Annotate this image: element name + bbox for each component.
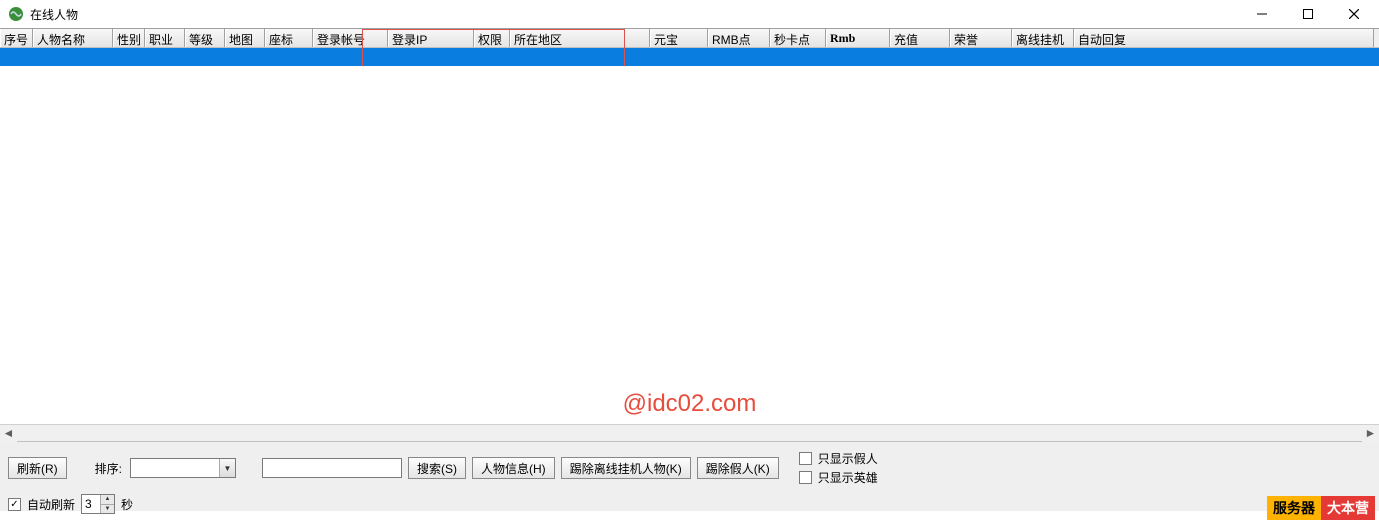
corner-logo: 服务器 大本营 — [1267, 496, 1375, 520]
content-area: @idc02.com — [0, 66, 1379, 424]
auto-refresh-checkbox[interactable]: ✓ — [8, 498, 21, 511]
window-controls — [1239, 0, 1377, 28]
bottom-panel: 刷新(R) 排序: ▼ 搜索(S) 人物信息(H) 踢除离线挂机人物(K) 踢除… — [0, 441, 1379, 511]
column-header[interactable]: 性别 — [113, 29, 145, 47]
logo-part-a: 服务器 — [1267, 496, 1321, 520]
show-fake-label: 只显示假人 — [816, 450, 880, 467]
minimize-button[interactable] — [1239, 0, 1285, 28]
table-cell[interactable] — [33, 48, 113, 66]
sort-label: 排序: — [93, 460, 124, 477]
column-header[interactable]: 座标 — [265, 29, 313, 47]
table-cell[interactable] — [0, 48, 33, 66]
seconds-label: 秒 — [119, 496, 135, 513]
table: 序号人物名称性别职业等级地图座标登录帐号登录IP权限所在地区元宝RMB点秒卡点R… — [0, 28, 1379, 66]
column-header[interactable]: 充值 — [890, 29, 950, 47]
titlebar: 在线人物 — [0, 0, 1379, 28]
table-cell[interactable] — [225, 48, 265, 66]
auto-refresh-label: 自动刷新 — [25, 496, 77, 513]
table-cell[interactable] — [113, 48, 145, 66]
search-input[interactable] — [262, 458, 402, 478]
table-cell[interactable] — [650, 48, 708, 66]
charinfo-button[interactable]: 人物信息(H) — [472, 457, 555, 479]
table-cell[interactable] — [890, 48, 950, 66]
maximize-button[interactable] — [1285, 0, 1331, 28]
table-cell[interactable] — [474, 48, 510, 66]
column-header[interactable]: 职业 — [145, 29, 185, 47]
spin-up-icon[interactable]: ▲ — [101, 495, 114, 505]
window-title: 在线人物 — [30, 6, 78, 23]
column-header[interactable]: 权限 — [474, 29, 510, 47]
column-header[interactable]: 等级 — [185, 29, 225, 47]
refresh-button[interactable]: 刷新(R) — [8, 457, 67, 479]
table-cell[interactable] — [145, 48, 185, 66]
kick-fake-button[interactable]: 踢除假人(K) — [697, 457, 779, 479]
show-hero-label: 只显示英雄 — [816, 469, 880, 486]
column-header[interactable]: 自动回复 — [1074, 29, 1374, 47]
column-header[interactable]: RMB点 — [708, 29, 770, 47]
chevron-down-icon[interactable]: ▼ — [219, 459, 235, 477]
close-button[interactable] — [1331, 0, 1377, 28]
interval-value: 3 — [82, 495, 100, 513]
column-header[interactable]: 登录IP — [388, 29, 474, 47]
watermark: @idc02.com — [623, 390, 757, 418]
table-cell[interactable] — [950, 48, 1012, 66]
table-cell[interactable] — [185, 48, 225, 66]
kick-offline-button[interactable]: 踢除离线挂机人物(K) — [561, 457, 691, 479]
table-cell[interactable] — [1012, 48, 1074, 66]
app-icon — [8, 6, 24, 22]
logo-part-b: 大本营 — [1321, 496, 1375, 520]
column-header[interactable]: 登录帐号 — [313, 29, 388, 47]
show-fake-checkbox[interactable] — [799, 452, 812, 465]
search-button[interactable]: 搜索(S) — [408, 457, 466, 479]
column-header[interactable]: 荣誉 — [950, 29, 1012, 47]
spin-down-icon[interactable]: ▼ — [101, 505, 114, 514]
show-hero-checkbox[interactable] — [799, 471, 812, 484]
table-cell[interactable] — [1074, 48, 1374, 66]
table-cell[interactable] — [510, 48, 650, 66]
column-header[interactable]: Rmb — [826, 29, 890, 47]
table-cell[interactable] — [313, 48, 388, 66]
scroll-right-icon[interactable]: ► — [1362, 425, 1379, 442]
column-header[interactable]: 人物名称 — [33, 29, 113, 47]
column-header[interactable]: 离线挂机 — [1012, 29, 1074, 47]
sort-value — [131, 459, 219, 477]
table-cell[interactable] — [265, 48, 313, 66]
table-row[interactable] — [0, 48, 1379, 66]
auto-refresh-interval[interactable]: 3 ▲ ▼ — [81, 494, 115, 514]
scroll-left-icon[interactable]: ◄ — [0, 425, 17, 442]
column-header[interactable]: 序号 — [0, 29, 33, 47]
column-header[interactable]: 所在地区 — [510, 29, 650, 47]
table-cell[interactable] — [826, 48, 890, 66]
table-cell[interactable] — [388, 48, 474, 66]
column-header[interactable]: 秒卡点 — [770, 29, 826, 47]
table-header: 序号人物名称性别职业等级地图座标登录帐号登录IP权限所在地区元宝RMB点秒卡点R… — [0, 29, 1379, 48]
column-header[interactable]: 地图 — [225, 29, 265, 47]
sort-combo[interactable]: ▼ — [130, 458, 236, 478]
table-cell[interactable] — [708, 48, 770, 66]
horizontal-scrollbar[interactable]: ◄ ► — [0, 424, 1379, 441]
column-header[interactable]: 元宝 — [650, 29, 708, 47]
table-cell[interactable] — [770, 48, 826, 66]
